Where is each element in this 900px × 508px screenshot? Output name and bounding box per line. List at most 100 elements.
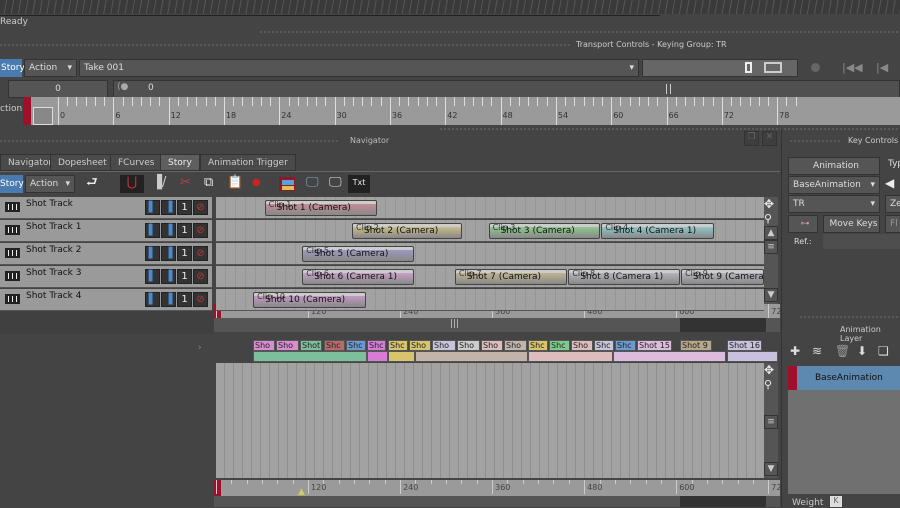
playhead-marker[interactable] (23, 97, 31, 125)
clip[interactable]: Clip 3 Shot 3 (Camera) (488, 223, 600, 239)
scroll-down-button[interactable]: ▼ (764, 288, 778, 302)
copy-icon[interactable]: ⧉ (204, 175, 213, 191)
clip[interactable]: Clip 5 Shot 5 (Camera) (302, 246, 415, 262)
track-lock-icon[interactable]: 1 (177, 200, 192, 215)
close-icon[interactable]: ✕ (762, 131, 777, 146)
magnet-icon[interactable]: ⋃ (120, 175, 144, 193)
render-icon[interactable]: 🖵 (329, 175, 342, 191)
layer-row-baseanimation[interactable]: BaseAnimation (788, 366, 900, 390)
ripple-edit-icon[interactable] (277, 175, 297, 193)
fl-button[interactable]: Fl (885, 215, 900, 233)
scroll-thumb[interactable]: ≡ (764, 415, 778, 429)
clip[interactable]: Clip 8 Shot 8 (Camera 1) (568, 269, 681, 285)
zoom-icon[interactable]: ⚲ (764, 378, 772, 391)
story-action-dropdown[interactable]: Action ▾ (25, 175, 75, 193)
shot-tab[interactable]: Sho (276, 340, 299, 351)
shot-tab[interactable]: Shc (594, 340, 614, 351)
pan-icon[interactable]: ✥ (764, 197, 774, 211)
track-mute-icon[interactable]: ▐ (161, 292, 176, 307)
track-disable-icon[interactable]: ⊘ (193, 223, 208, 238)
track-mute-icon[interactable]: ▐ (161, 200, 176, 215)
clip[interactable]: Clip 2 Shot 2 (Camera) (352, 223, 463, 239)
track-lane[interactable]: Clip 1 Shot 1 (Camera) (216, 197, 764, 219)
track-row[interactable]: Shot Track 4 ▌ ▐ 1 ⊘ (0, 289, 212, 311)
shot-tab[interactable]: Shc (367, 340, 386, 351)
track-lane[interactable]: Clip 10 Shot 10 (Camera) (216, 289, 764, 311)
tab-dopesheet[interactable]: Dopesheet (50, 154, 115, 171)
shot-ruler[interactable]: ▲ 120 240 360 480 600 720 (214, 480, 787, 497)
record-timecode-icon[interactable]: ● (252, 175, 261, 191)
layer-dropdown[interactable]: BaseAnimation ▾ (788, 176, 880, 194)
shot-tab[interactable]: Sho (481, 340, 503, 351)
return-icon[interactable]: ⮐ (86, 175, 98, 191)
zero-button[interactable]: Ze (885, 195, 900, 213)
horizontal-scrollbar-2[interactable] (214, 496, 780, 507)
single-view-icon[interactable] (745, 62, 752, 73)
shot-tab[interactable]: Shc (528, 340, 548, 351)
take-dropdown[interactable]: Take 001 ▾ (79, 59, 639, 77)
track-solo-icon[interactable]: ▌ (145, 200, 160, 215)
track-solo-icon[interactable]: ▌ (145, 292, 160, 307)
track-mute-icon[interactable]: ▐ (161, 246, 176, 261)
track-lane[interactable]: Clip 5 Shot 5 (Camera) (216, 243, 764, 265)
track-disable-icon[interactable]: ⊘ (193, 246, 208, 261)
shot-tab[interactable]: Shot 16 (727, 340, 762, 351)
shot-segment[interactable] (727, 351, 778, 362)
previous-key-icon[interactable]: ◀ (885, 176, 894, 190)
monitor-icon[interactable]: 🖵 (306, 175, 319, 191)
track-lock-icon[interactable]: 1 (177, 292, 192, 307)
clip[interactable]: Clip 7 Shot 7 (Camera) (454, 269, 567, 285)
track-lane[interactable]: Clip 6 Shot 6 (Camera 1) Clip 7 Shot 7 (Cam… (216, 266, 764, 288)
text-icon[interactable]: Txt (348, 175, 370, 193)
track-lock-icon[interactable]: 1 (177, 223, 192, 238)
tab-fcurves[interactable]: FCurves (110, 154, 163, 171)
delete-layer-icon[interactable]: 🗑 (835, 344, 850, 358)
track-disable-icon[interactable]: ⊘ (193, 200, 208, 215)
clip[interactable]: Clip 9Shot 9 (Camera 2) (681, 269, 764, 285)
action-dropdown[interactable]: Action ▾ (24, 59, 77, 77)
razor-icon[interactable]: ✂ (180, 175, 191, 191)
shot-tab[interactable]: Sho (457, 340, 480, 351)
story-mode-button[interactable]: Story (0, 59, 25, 77)
pan-icon[interactable]: ✥ (764, 363, 774, 377)
step-back-icon[interactable]: |◀ (876, 61, 888, 74)
ref-field[interactable] (823, 234, 900, 249)
move-keys-button[interactable]: Move Keys (823, 215, 880, 233)
layers-icon[interactable]: ❏ (878, 344, 889, 358)
scroll-up-button[interactable]: ▲ (764, 226, 778, 240)
horizontal-scrollbar[interactable]: ||| (214, 318, 780, 332)
keying-group-dropdown[interactable]: TR ▾ (788, 195, 880, 213)
shot-tab[interactable]: Shc (388, 340, 408, 351)
paste-icon[interactable]: 📋 (227, 175, 243, 191)
shot-tab[interactable]: Sho (432, 340, 456, 351)
goto-start-icon[interactable]: |◀◀ (842, 61, 863, 74)
track-lock-icon[interactable]: 1 (177, 269, 192, 284)
time-slider[interactable]: ⟨● 0 (113, 80, 900, 98)
track-row[interactable]: Shot Track 2 ▌ ▐ 1 ⊘ (0, 243, 212, 265)
track-solo-icon[interactable]: ▌ (145, 223, 160, 238)
shot-tab[interactable]: Shc (324, 340, 345, 351)
frame-field[interactable]: 0 (8, 80, 108, 98)
track-solo-icon[interactable]: ▌ (145, 269, 160, 284)
shot-segment[interactable] (415, 351, 528, 362)
add-layer-icon[interactable]: ✚ (790, 344, 800, 358)
shot-tab[interactable]: Shot (300, 340, 322, 351)
clip[interactable]: Clip 4 Shot 4 (Camera 1) (601, 223, 715, 239)
shot-tab[interactable]: Sho (253, 340, 275, 351)
shot-tab[interactable]: Shot 9 (680, 340, 712, 351)
track-disable-icon[interactable]: ⊘ (193, 269, 208, 284)
merge-layer-icon[interactable]: ⬇ (857, 344, 867, 358)
tab-animation-trigger[interactable]: Animation Trigger (200, 154, 296, 171)
shot-tab[interactable]: Sho (409, 340, 431, 351)
scroll-down-button[interactable]: ▼ (764, 462, 778, 476)
zoom-icon[interactable]: ⚲ (764, 212, 772, 225)
transport-timeline[interactable]: 0 6 12 18 24 30 36 42 48 54 60 66 72 78 (23, 97, 900, 125)
shot-segment[interactable] (388, 351, 415, 362)
shot-segment[interactable] (528, 351, 613, 362)
clip[interactable]: Clip 10 Shot 10 (Camera) (253, 292, 366, 308)
tab-story[interactable]: Story (160, 154, 200, 171)
shot-timeline-area[interactable] (216, 363, 764, 478)
restore-icon[interactable]: ❐ (744, 131, 759, 146)
dual-view-icon[interactable] (764, 62, 782, 73)
scroll-thumb[interactable]: ≡ (764, 240, 778, 254)
